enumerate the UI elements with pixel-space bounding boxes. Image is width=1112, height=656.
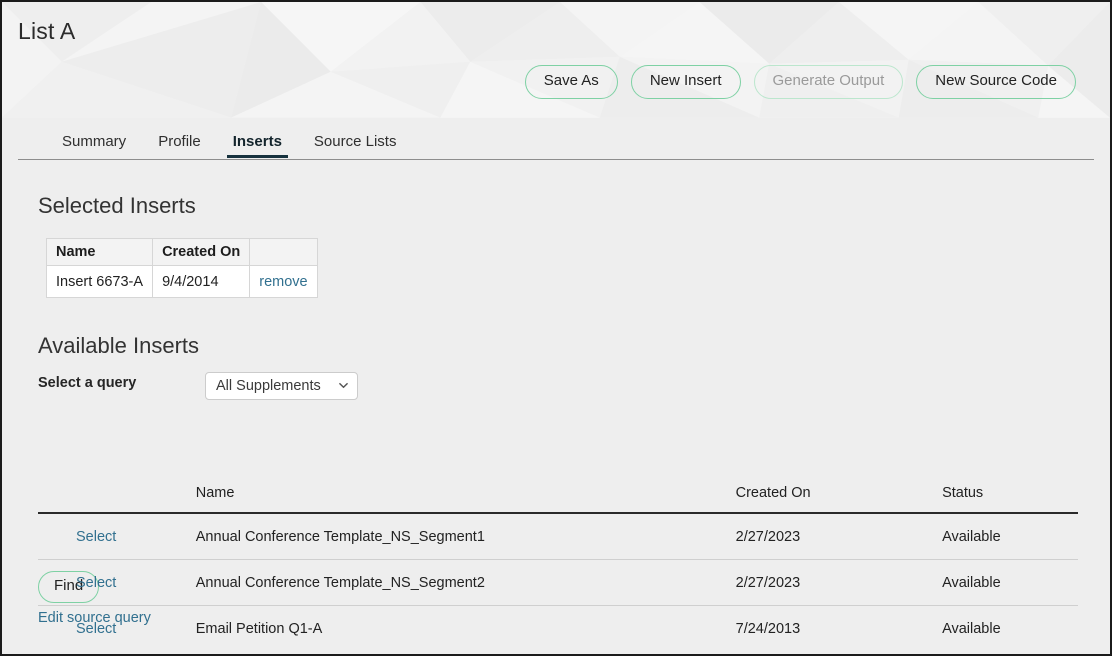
selected-inserts-table: Name Created On Insert 6673-A 9/4/2014 r… xyxy=(45,238,318,298)
selected-inserts-heading: Selected Inserts xyxy=(38,193,196,218)
new-source-code-button[interactable]: New Source Code xyxy=(916,65,1076,99)
cell-created-on: 2/27/2023 xyxy=(735,513,943,560)
cell-created-on: 9/4/2014 xyxy=(152,265,251,298)
save-as-button[interactable]: Save As xyxy=(524,65,618,99)
new-insert-button[interactable]: New Insert xyxy=(630,65,741,99)
column-header-select xyxy=(38,485,196,514)
column-header-status: Status xyxy=(942,485,1078,514)
tab-summary[interactable]: Summary xyxy=(46,133,142,158)
column-header-name: Name xyxy=(45,238,154,266)
table-row: Insert 6673-A 9/4/2014 remove xyxy=(45,265,318,298)
remove-insert-link[interactable]: remove xyxy=(259,274,307,290)
generate-output-button: Generate Output xyxy=(753,65,904,99)
column-header-actions xyxy=(249,238,318,266)
cell-status: Available xyxy=(942,513,1078,560)
tab-inserts[interactable]: Inserts xyxy=(217,133,298,158)
table-row: Select Annual Conference Template_NS_Seg… xyxy=(38,513,1078,560)
select-insert-link[interactable]: Select xyxy=(76,621,116,637)
available-inserts-table: Name Created On Status Select Annual Con… xyxy=(38,485,1078,651)
cell-insert-name: Email Petition Q1-A xyxy=(195,621,323,637)
cell-insert-name: Annual Conference Template_NS_Segment1 xyxy=(195,513,736,560)
select-insert-link[interactable]: Select xyxy=(76,575,116,591)
available-inserts-heading: Available Inserts xyxy=(38,333,200,358)
tab-profile[interactable]: Profile xyxy=(142,133,217,158)
tab-bar: Summary Profile Inserts Source Lists xyxy=(2,124,1110,160)
tab-panel-inserts: Selected Inserts Name Created On Insert … xyxy=(2,160,1110,654)
tab-source-lists[interactable]: Source Lists xyxy=(298,133,413,158)
query-select[interactable]: All Supplements xyxy=(205,372,358,400)
cell-created-on: 7/24/2013 xyxy=(735,621,801,637)
cell-insert-name: Insert 6673-A xyxy=(45,265,154,298)
header-texture xyxy=(2,2,1110,118)
table-row: Select Annual Conference Template_NS_Seg… xyxy=(38,559,1078,606)
cell-status: Available xyxy=(942,559,1078,606)
column-header-name: Name xyxy=(195,485,736,514)
table-row: Select Email Petition Q1-A 7/24/2013 Ava… xyxy=(38,606,1078,652)
table-header-row: Name Created On Status xyxy=(38,485,1078,514)
application-window: List A Save As New Insert Generate Outpu… xyxy=(0,0,1112,656)
cell-status: Available xyxy=(942,621,1001,637)
column-header-created-on: Created On xyxy=(735,485,943,514)
select-query-label: Select a query xyxy=(38,375,137,391)
table-header-row: Name Created On xyxy=(45,238,318,266)
page-title: List A xyxy=(18,18,76,44)
page-header: List A xyxy=(2,2,1110,118)
header-action-buttons: Save As New Insert Generate Output New S… xyxy=(524,65,1076,99)
cell-created-on: 2/27/2023 xyxy=(735,559,943,606)
select-insert-link[interactable]: Select xyxy=(76,529,116,545)
column-header-created-on: Created On xyxy=(152,238,251,266)
cell-insert-name: Annual Conference Template_NS_Segment2 xyxy=(195,559,736,606)
